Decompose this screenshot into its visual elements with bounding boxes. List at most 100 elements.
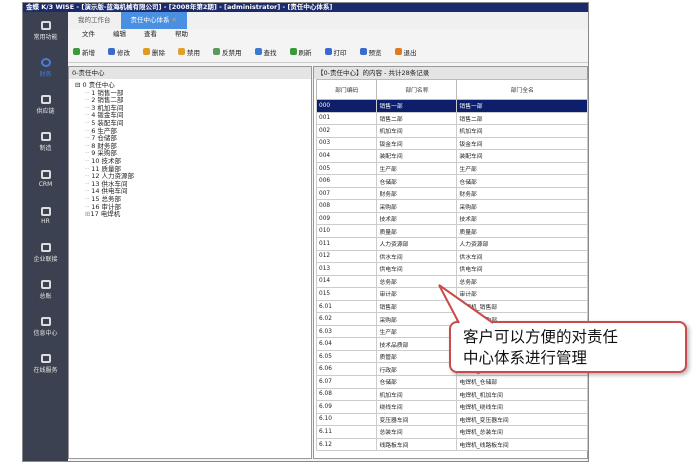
sidebar-icon <box>40 316 51 326</box>
toolbar-button-2[interactable]: 删除 <box>143 47 165 57</box>
menu-item-0[interactable]: 文件 <box>82 29 95 40</box>
table-row[interactable]: 000 销售一部 销售一部 <box>315 99 588 113</box>
sidebar-icon <box>40 94 51 104</box>
menu-item-3[interactable]: 帮助 <box>175 29 188 40</box>
tab-0[interactable]: 我的工作台 <box>68 12 121 29</box>
sidebar-item-8[interactable]: 信息中心 <box>23 308 68 345</box>
table-row[interactable]: 013 供电车间 供电车间 <box>315 262 588 276</box>
table-cell: 电焊机_总装车间 <box>456 425 588 439</box>
table-row[interactable]: 6.08 机加车间 电焊机_机加车间 <box>315 387 588 402</box>
column-header[interactable]: 部门名称 <box>376 79 458 100</box>
toolbar-button-1[interactable]: 修改 <box>108 47 130 57</box>
callout-line-1: 客户可以方便的对责任 <box>463 328 619 346</box>
tab-label: 责任中心体系 <box>130 16 170 24</box>
table-cell: 人力资源部 <box>376 237 458 251</box>
toolbar-button-3[interactable]: 禁用 <box>178 47 200 57</box>
table-row[interactable]: 002 机加车间 机加车间 <box>315 124 588 138</box>
toolbar-button-8[interactable]: 预览 <box>359 47 382 57</box>
table-cell: 财务部 <box>456 186 588 201</box>
toolbar-icon <box>359 48 367 55</box>
toolbar-label: 修改 <box>117 48 130 57</box>
table-cell: 钣金车间 <box>376 136 458 151</box>
app-window: 金蝶 K/3 WISE - [演示版-蓝海机械有限公司] - [2008年第2期… <box>22 2 589 462</box>
table-row[interactable]: 6.10 变压器车间 电焊机_变压器车间 <box>315 412 588 427</box>
table-cell: 变压器车间 <box>376 412 458 427</box>
sidebar-item-0[interactable]: 常用功能 <box>23 12 68 49</box>
toolbar-button-5[interactable]: 查找 <box>254 47 277 57</box>
toolbar-label: 查找 <box>263 48 277 57</box>
sidebar-item-7[interactable]: 总账 <box>23 271 68 308</box>
table-row[interactable]: 014 总务部 总务部 <box>315 274 588 289</box>
table-cell: 005 <box>315 161 378 176</box>
table-row[interactable]: 005 生产部 生产部 <box>315 161 588 176</box>
close-tab-icon[interactable]: ✕ <box>170 16 177 24</box>
sidebar-item-5[interactable]: HR <box>23 197 68 234</box>
table-cell: 003 <box>315 136 378 151</box>
table-row[interactable]: 003 钣金车间 钣金车间 <box>315 136 588 151</box>
table-cell: 供水车间 <box>456 249 588 264</box>
table-cell: 6.08 <box>315 387 378 402</box>
sidebar-item-6[interactable]: 企业联接 <box>23 234 68 271</box>
toolbar-button-6[interactable]: 刷新 <box>289 47 312 57</box>
table-cell: 仓储部 <box>376 174 458 188</box>
table-cell: 质量部 <box>456 224 588 238</box>
toolbar-button-4[interactable]: 反禁用 <box>213 47 242 57</box>
table-cell: 绕线车间 <box>376 400 458 414</box>
sidebar-item-label: HR <box>41 217 50 225</box>
table-row[interactable]: 007 财务部 财务部 <box>315 186 588 201</box>
table-cell: 015 <box>315 287 378 301</box>
table-cell: 生产部 <box>456 161 588 176</box>
table-cell: 机加车间 <box>376 387 458 402</box>
table-row[interactable]: 6.09 绕线车间 电焊机_绕线车间 <box>315 400 588 414</box>
table-cell: 012 <box>315 249 378 264</box>
toolbar-icon <box>213 48 220 55</box>
sidebar-icon <box>40 206 51 216</box>
table-cell: 6.11 <box>315 425 378 439</box>
table-row[interactable]: 004 装配车间 装配车间 <box>315 149 588 163</box>
sidebar-icon <box>40 353 51 363</box>
sidebar-item-3[interactable]: 制造 <box>23 123 68 160</box>
menu-bar: 文件 编辑 查看 帮助 <box>68 29 588 40</box>
toolbar-button-9[interactable]: 退出 <box>394 47 417 57</box>
table-cell: 电焊机_变压器车间 <box>456 412 588 427</box>
table-row[interactable]: 006 仓储部 仓储部 <box>315 174 588 188</box>
menu-item-1[interactable]: 编辑 <box>113 29 126 40</box>
table-row[interactable]: 6.11 总装车间 电焊机_总装车间 <box>315 425 588 439</box>
sidebar-item-2[interactable]: 供应链 <box>23 86 68 123</box>
table-row[interactable]: 001 销售二部 销售二部 <box>315 111 588 126</box>
table-cell: 财务部 <box>376 186 458 201</box>
table-cell: 行政部 <box>376 362 458 377</box>
tree-item-label: 17 电焊机 <box>90 210 121 219</box>
table-cell: 销售部 <box>376 299 458 314</box>
table-cell: 技术品质部 <box>376 337 458 351</box>
toolbar: 新增 修改 删除 禁用 反禁用 查找 刷新 打印 预览 退出 <box>68 41 588 63</box>
table-cell: 007 <box>315 186 378 201</box>
toolbar-label: 打印 <box>333 48 347 57</box>
sidebar-item-label: 供应链 <box>36 107 55 115</box>
tab-1[interactable]: 责任中心体系 ✕ <box>120 12 188 29</box>
table-cell: 机加车间 <box>376 124 458 138</box>
toolbar-label: 新增 <box>82 48 95 57</box>
table-row[interactable]: 012 供水车间 供水车间 <box>315 249 588 264</box>
sidebar-item-label: 制造 <box>39 144 52 152</box>
table-row[interactable]: 008 采购部 采购部 <box>315 199 588 213</box>
table-row[interactable]: 010 质量部 质量部 <box>315 224 588 238</box>
menu-item-2[interactable]: 查看 <box>144 29 157 40</box>
sidebar-icon <box>40 169 51 179</box>
table-cell: 总装车间 <box>376 425 458 439</box>
table-row[interactable]: 6.12 线路板车间 电焊机_线路板车间 <box>315 437 588 452</box>
sidebar-item-4[interactable]: CRM <box>23 160 68 197</box>
sidebar-item-1[interactable]: 财务 <box>23 49 68 86</box>
table-row[interactable]: 011 人力资源部 人力资源部 <box>315 237 588 251</box>
column-header[interactable]: 部门编码 <box>315 79 378 100</box>
tree-item[interactable]: ⊞17 电焊机 <box>75 210 311 219</box>
toolbar-button-7[interactable]: 打印 <box>324 47 347 57</box>
toolbar-button-0[interactable]: 新增 <box>73 47 95 57</box>
toolbar-icon <box>289 48 297 55</box>
toolbar-icon <box>178 48 185 55</box>
sidebar-item-9[interactable]: 在线服务 <box>23 345 68 382</box>
table-row[interactable]: 009 技术部 技术部 <box>315 211 588 226</box>
table-row[interactable]: 6.07 仓储部 电焊机_仓储部 <box>315 375 588 389</box>
column-header[interactable]: 部门全名 <box>456 79 588 100</box>
table-cell: 采购部 <box>376 199 458 213</box>
